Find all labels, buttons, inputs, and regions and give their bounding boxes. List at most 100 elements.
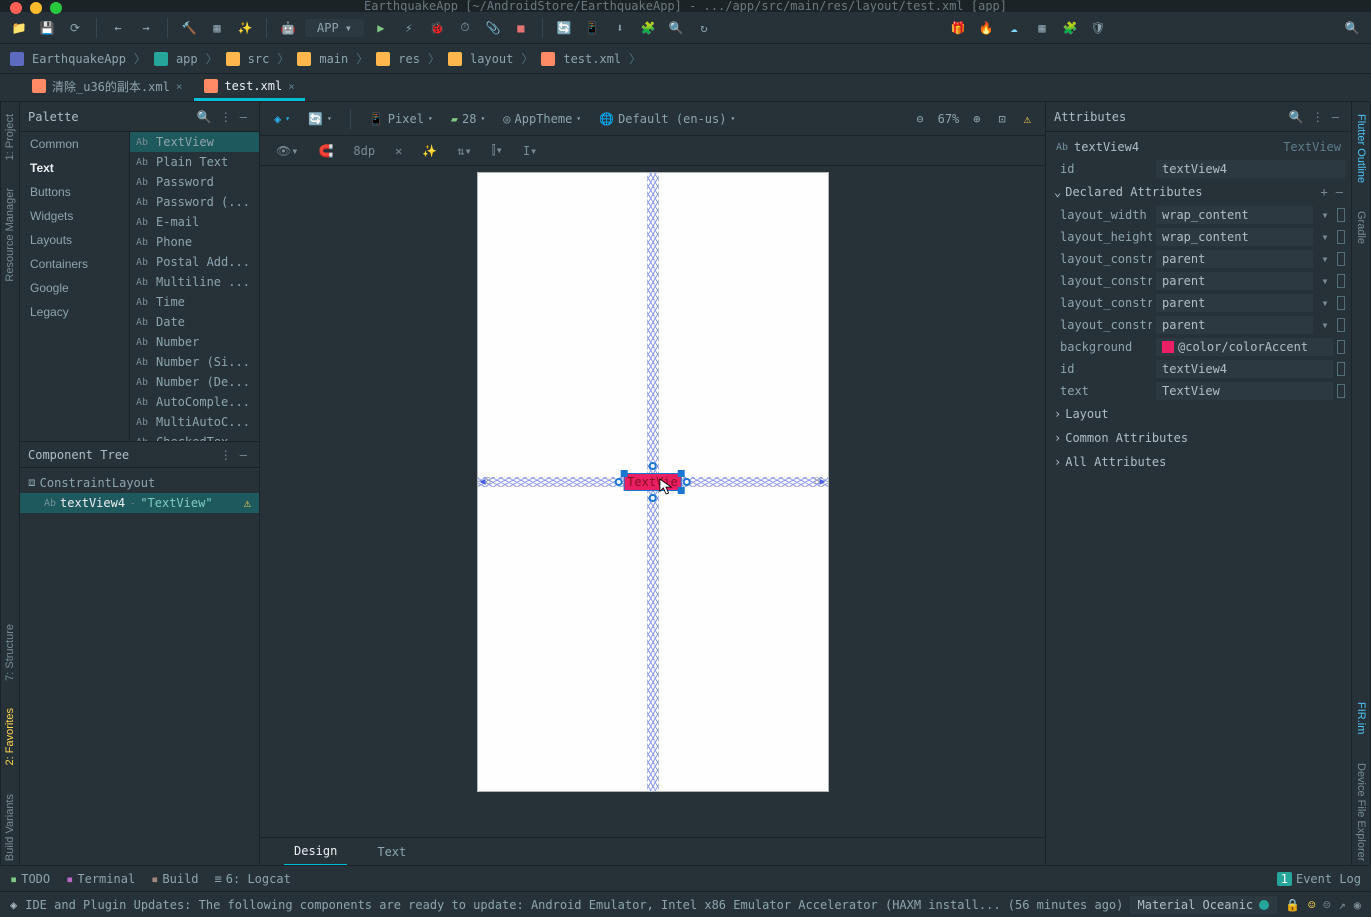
warning-icon[interactable]: ⚠	[244, 496, 251, 510]
palette-category[interactable]: Containers	[20, 252, 129, 276]
open-icon[interactable]: 📁	[8, 17, 30, 39]
mac-close-icon[interactable]	[10, 2, 22, 12]
structure-icon[interactable]: 🧩	[637, 17, 659, 39]
gear-icon[interactable]: ⋮	[1308, 110, 1328, 124]
todo-tool[interactable]: ▪TODO	[10, 872, 50, 886]
file-tab[interactable]: test.xml ×	[194, 74, 304, 101]
palette-item[interactable]: AbDate	[130, 312, 259, 332]
palette-item[interactable]: AbPassword	[130, 172, 259, 192]
mac-max-icon[interactable]	[50, 2, 62, 12]
flag-icon[interactable]	[1337, 296, 1345, 310]
redo-icon[interactable]: →	[135, 17, 157, 39]
bc-layout[interactable]: layout	[470, 52, 513, 66]
corner-handle[interactable]	[620, 470, 627, 477]
add-icon[interactable]: +	[1321, 185, 1328, 199]
palette-item[interactable]: AbPhone	[130, 232, 259, 252]
sync-icon[interactable]: ⟳	[64, 17, 86, 39]
ext-icon[interactable]: 🧩	[1059, 17, 1081, 39]
close-icon[interactable]: ×	[288, 80, 295, 93]
search-icon[interactable]: 🔍	[665, 17, 687, 39]
pack-icon[interactable]: ⇅▾	[453, 144, 475, 158]
palette-item[interactable]: AbMultiAutoC...	[130, 412, 259, 432]
bc-file[interactable]: test.xml	[563, 52, 621, 66]
hide-icon[interactable]: —	[1328, 110, 1343, 124]
palette-item[interactable]: AbMultiline ...	[130, 272, 259, 292]
lock-icon[interactable]: 🔒	[1285, 898, 1300, 912]
surface-icon[interactable]: ◈▾	[270, 112, 294, 126]
attr-value-input[interactable]: TextView	[1156, 382, 1333, 400]
tab-text[interactable]: Text	[367, 839, 416, 865]
palette-item[interactable]: AbNumber (Si...	[130, 352, 259, 372]
debug-icon[interactable]: 🐞	[426, 17, 448, 39]
design-canvas[interactable]: ◀ ▶ 8 8 TextVie	[260, 166, 1045, 837]
palette-item[interactable]: AbAutoComple...	[130, 392, 259, 412]
apply-icon[interactable]: ⚡	[398, 17, 420, 39]
search-icon[interactable]: 🔍	[193, 110, 216, 124]
attr-value-input[interactable]: parent	[1156, 294, 1313, 312]
undo-icon[interactable]: ←	[107, 17, 129, 39]
dropdown-icon[interactable]: ▾	[1317, 252, 1333, 266]
flag-icon[interactable]	[1337, 208, 1345, 222]
flag-icon[interactable]	[1337, 340, 1345, 354]
project-tool[interactable]: 1: Project	[4, 110, 16, 164]
device-selector[interactable]: 📱 Pixel▾	[365, 112, 437, 126]
corner-handle[interactable]	[678, 470, 685, 477]
attr-value-input[interactable]: parent	[1156, 316, 1313, 334]
search-everywhere-icon[interactable]: 🔍	[1341, 17, 1363, 39]
grid-icon[interactable]: ▦	[1031, 17, 1053, 39]
close-icon[interactable]: ×	[176, 80, 183, 93]
run-icon[interactable]: ▶	[370, 17, 392, 39]
reload-icon[interactable]: ↻	[693, 17, 715, 39]
build-variants-tool[interactable]: Build Variants	[4, 790, 16, 865]
theme-badge[interactable]: Material Oceanic	[1130, 896, 1278, 914]
gear-icon[interactable]: ⋮	[216, 448, 236, 462]
profile-icon[interactable]: ⏱	[454, 17, 476, 39]
palette-item[interactable]: AbPassword (...	[130, 192, 259, 212]
declared-section[interactable]: ⌄ Declared Attributes + —	[1052, 180, 1345, 204]
tab-design[interactable]: Design	[284, 838, 347, 866]
flutter-outline-tool[interactable]: Flutter Outline	[1355, 110, 1367, 187]
attr-value-input[interactable]: parent	[1156, 272, 1313, 290]
dropdown-icon[interactable]: ▾	[1317, 296, 1333, 310]
terminal-tool[interactable]: ▪Terminal	[66, 872, 135, 886]
zoom-fit-icon[interactable]: ⊡	[995, 112, 1010, 126]
clear-constraints-icon[interactable]: ✕	[391, 144, 406, 158]
search-icon[interactable]: 🔍	[1285, 110, 1308, 124]
theme-selector[interactable]: ◎ AppTheme▾	[499, 112, 585, 126]
palette-item[interactable]: AbTextView	[130, 132, 259, 152]
zoom-in-icon[interactable]: ⊕	[969, 112, 984, 126]
orientation-icon[interactable]: 🔄▾	[304, 112, 336, 126]
flag-icon[interactable]	[1337, 252, 1345, 266]
infer-constraints-icon[interactable]: ✨	[418, 144, 441, 158]
ct-root[interactable]: ⧈ ConstraintLayout	[20, 472, 259, 493]
hide-icon[interactable]: —	[236, 448, 251, 462]
bc-app[interactable]: app	[176, 52, 198, 66]
view-options-icon[interactable]: 👁▾	[272, 144, 302, 158]
gift-icon[interactable]: 🎁	[947, 17, 969, 39]
save-icon[interactable]: 💾	[36, 17, 58, 39]
attr-value-input[interactable]: textView4	[1156, 160, 1345, 178]
fire-icon[interactable]: 🔥	[975, 17, 997, 39]
all-section[interactable]: ›All Attributes	[1052, 450, 1345, 474]
bc-main[interactable]: main	[319, 52, 348, 66]
top-handle[interactable]	[648, 462, 656, 470]
attr-value-input[interactable]: textView4	[1156, 360, 1333, 378]
sync-gradle-icon[interactable]: 🔄	[553, 17, 575, 39]
bc-src[interactable]: src	[248, 52, 270, 66]
ct-node-textview[interactable]: Ab textView4 - "TextView" ⚠	[20, 493, 259, 513]
corner-handle[interactable]	[678, 487, 685, 494]
gradle-tool[interactable]: Gradle	[1355, 207, 1367, 248]
cloud-icon[interactable]: ☁	[1003, 17, 1025, 39]
mac-min-icon[interactable]	[30, 2, 42, 12]
attr-value-input[interactable]: @color/colorAccent	[1156, 338, 1333, 356]
locale-selector[interactable]: 🌐 Default (en-us) ▾	[595, 112, 739, 126]
palette-item[interactable]: AbCheckedTex...	[130, 432, 259, 441]
favorites-tool[interactable]: 2: Favorites	[4, 704, 16, 769]
palette-item[interactable]: AbE-mail	[130, 212, 259, 232]
avd-icon[interactable]: 📱	[581, 17, 603, 39]
default-margin[interactable]: 8dp	[349, 144, 379, 158]
right-handle[interactable]	[683, 478, 691, 486]
dropdown-icon[interactable]: ▾	[1317, 274, 1333, 288]
attr-value-input[interactable]: parent	[1156, 250, 1313, 268]
logcat-tool[interactable]: ≡6: Logcat	[215, 872, 291, 886]
